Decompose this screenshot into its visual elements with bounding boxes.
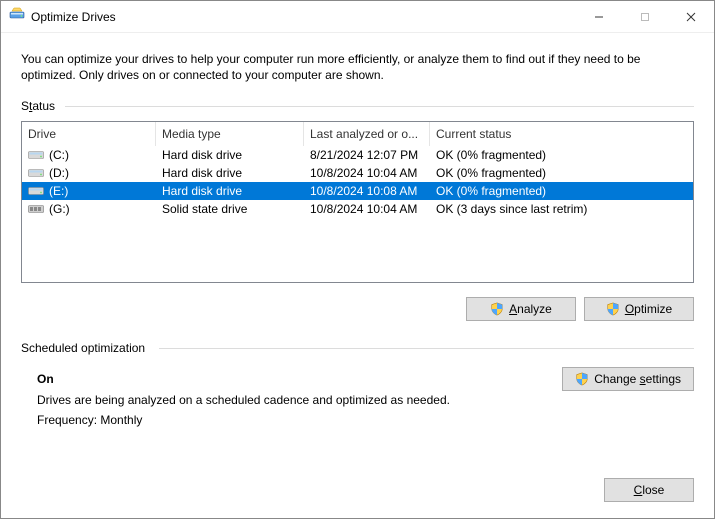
optimize-button[interactable]: Optimize — [584, 297, 694, 321]
shield-icon — [490, 302, 504, 316]
close-window-button[interactable] — [668, 1, 714, 32]
col-header-drive[interactable]: Drive — [22, 122, 156, 146]
last-analyzed: 10/8/2024 10:08 AM — [304, 184, 430, 198]
drive-icon — [28, 149, 44, 161]
current-status: OK (0% fragmented) — [430, 184, 693, 198]
drive-name: (E:) — [49, 184, 68, 198]
table-row[interactable]: (C:) Hard disk drive8/21/2024 12:07 PMOK … — [22, 146, 693, 164]
current-status: OK (3 days since last retrim) — [430, 202, 693, 216]
listview-header[interactable]: Drive Media type Last analyzed or o... C… — [22, 122, 693, 146]
table-row[interactable]: (D:) Hard disk drive10/8/2024 10:04 AMOK … — [22, 164, 693, 182]
minimize-button[interactable] — [576, 1, 622, 32]
schedule-section: On Drives are being analyzed on a schedu… — [21, 363, 694, 430]
drive-name: (D:) — [49, 166, 69, 180]
col-header-media[interactable]: Media type — [156, 122, 304, 146]
window-title: Optimize Drives — [31, 10, 576, 24]
shield-icon — [606, 302, 620, 316]
maximize-button[interactable] — [622, 1, 668, 32]
media-type: Hard disk drive — [156, 166, 304, 180]
table-row[interactable]: (E:) Hard disk drive10/8/2024 10:08 AMOK … — [22, 182, 693, 200]
optimize-drives-window: Optimize Drives You can optimize your dr… — [0, 0, 715, 519]
table-row[interactable]: (G:) Solid state drive10/8/2024 10:04 AMO… — [22, 200, 693, 218]
media-type: Solid state drive — [156, 202, 304, 216]
drive-icon — [28, 185, 44, 197]
last-analyzed: 10/8/2024 10:04 AM — [304, 166, 430, 180]
intro-text: You can optimize your drives to help you… — [21, 51, 694, 83]
status-group-label: Status — [21, 99, 694, 113]
shield-icon — [575, 372, 589, 386]
media-type: Hard disk drive — [156, 184, 304, 198]
drive-icon — [28, 167, 44, 179]
media-type: Hard disk drive — [156, 148, 304, 162]
drive-icon — [28, 203, 44, 215]
analyze-button[interactable]: Analyze — [466, 297, 576, 321]
drive-name: (G:) — [49, 202, 70, 216]
current-status: OK (0% fragmented) — [430, 166, 693, 180]
schedule-desc: Drives are being analyzed on a scheduled… — [37, 390, 694, 410]
schedule-frequency: Frequency: Monthly — [37, 410, 694, 430]
close-button[interactable]: Close — [604, 478, 694, 502]
analyze-label: nalyze — [517, 302, 552, 316]
drive-name: (C:) — [49, 148, 69, 162]
last-analyzed: 8/21/2024 12:07 PM — [304, 148, 430, 162]
app-icon — [9, 7, 25, 26]
change-settings-button[interactable]: Change settings — [562, 367, 694, 391]
titlebar[interactable]: Optimize Drives — [1, 1, 714, 33]
drives-listview[interactable]: Drive Media type Last analyzed or o... C… — [21, 121, 694, 283]
last-analyzed: 10/8/2024 10:04 AM — [304, 202, 430, 216]
close-label: lose — [642, 483, 664, 497]
schedule-group-label: Scheduled optimization — [21, 341, 694, 355]
optimize-label: ptimize — [634, 302, 672, 316]
col-header-status[interactable]: Current status — [430, 122, 693, 146]
col-header-last[interactable]: Last analyzed or o... — [304, 122, 430, 146]
current-status: OK (0% fragmented) — [430, 148, 693, 162]
